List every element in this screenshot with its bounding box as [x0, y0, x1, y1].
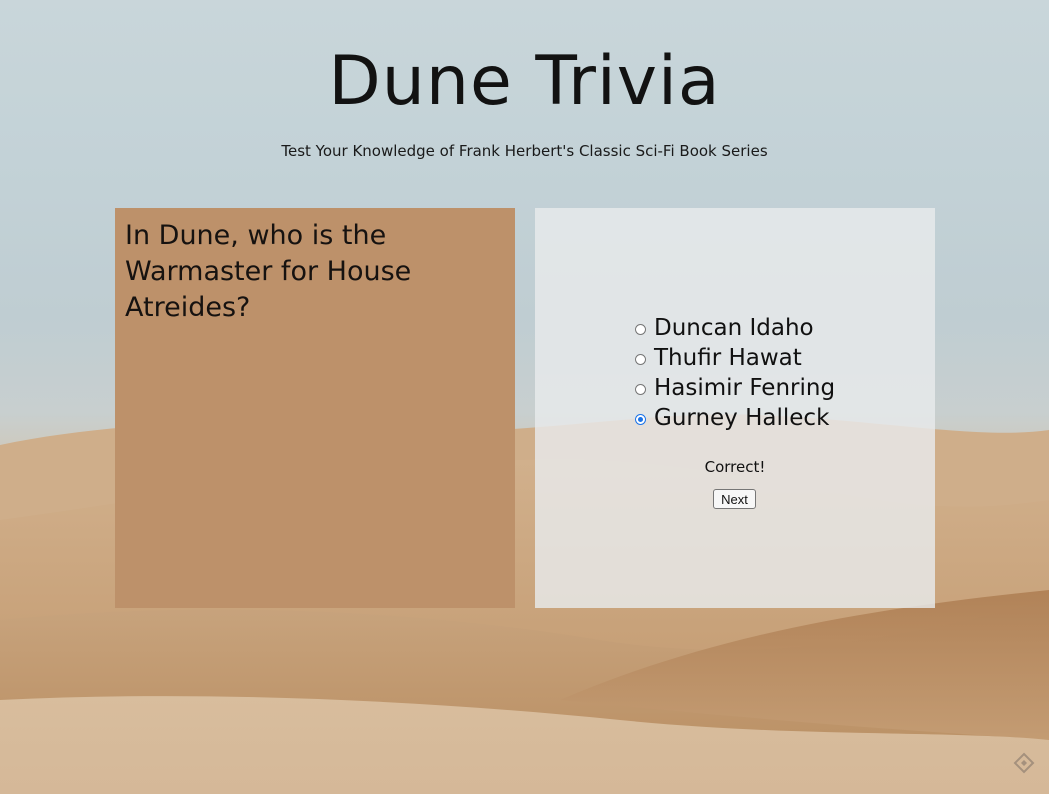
answer-card: Duncan Idaho Thufir Hawat Hasimir Fenrin… [535, 208, 935, 608]
diamond-logo-icon[interactable] [1013, 752, 1035, 774]
radio-button-selected[interactable] [635, 414, 646, 425]
answer-option[interactable]: Hasimir Fenring [635, 373, 835, 403]
answer-option[interactable]: Duncan Idaho [635, 313, 835, 343]
question-text: In Dune, who is the Warmaster for House … [125, 220, 412, 323]
answer-option[interactable]: Thufir Hawat [635, 343, 835, 373]
page-title: Dune Trivia [328, 42, 721, 121]
answer-options: Duncan Idaho Thufir Hawat Hasimir Fenrin… [635, 313, 835, 433]
answer-option[interactable]: Gurney Halleck [635, 403, 835, 433]
radio-button[interactable] [635, 324, 646, 335]
radio-button[interactable] [635, 354, 646, 365]
answer-option-label[interactable]: Duncan Idaho [654, 315, 814, 341]
radio-button[interactable] [635, 384, 646, 395]
answer-option-label[interactable]: Gurney Halleck [654, 405, 829, 431]
page-subtitle: Test Your Knowledge of Frank Herbert's C… [281, 142, 768, 160]
question-card: In Dune, who is the Warmaster for House … [115, 208, 515, 608]
next-button[interactable]: Next [713, 489, 756, 509]
feedback-message: Correct! [704, 458, 766, 476]
answer-option-label[interactable]: Thufir Hawat [654, 345, 802, 371]
answer-option-label[interactable]: Hasimir Fenring [654, 375, 835, 401]
